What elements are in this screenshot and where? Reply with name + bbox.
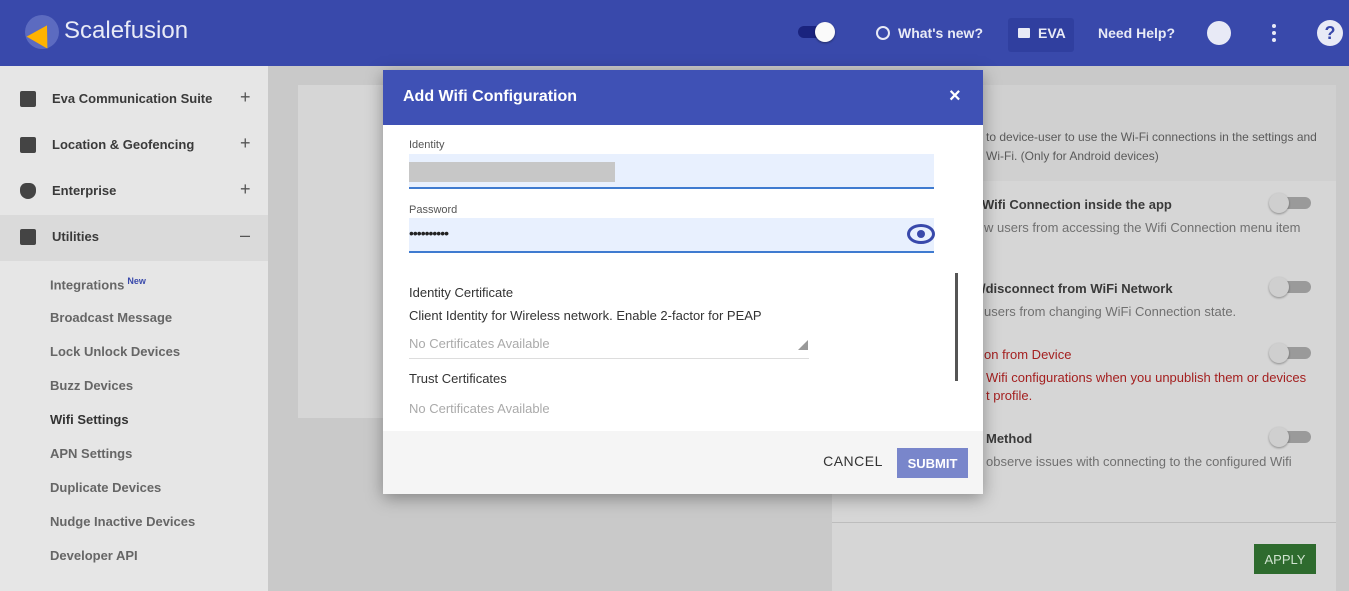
submit-button[interactable]: SUBMIT — [897, 448, 968, 478]
setting-desc-remove-line1: Wifi configurations when you unpublish t… — [986, 370, 1307, 385]
sidebar-subitem-integrations[interactable]: Integrations New — [50, 276, 146, 292]
clock-icon[interactable] — [876, 26, 890, 40]
password-input[interactable]: •••••••••• — [409, 218, 935, 253]
sidebar-subitem-buzz-devices[interactable]: Buzz Devices — [50, 378, 133, 393]
brand-name[interactable]: Scalefusion — [64, 17, 188, 45]
setting-title-remove-from-device: on from Device — [984, 347, 1072, 362]
toggle-knob[interactable] — [1269, 427, 1289, 447]
setting-desc-disconnect: users from changing WiFi Connection stat… — [984, 304, 1237, 319]
account-icon[interactable] — [1207, 21, 1231, 45]
sidebar-item-enterprise[interactable]: Enterprise + — [0, 169, 268, 215]
trust-certificates-select[interactable]: No Certificates Available — [409, 401, 550, 416]
password-label: Password — [409, 204, 458, 216]
whats-new-link[interactable]: What's new? — [898, 25, 983, 41]
sidebar-item-label: Location & Geofencing — [52, 137, 195, 152]
sidebar-subitem-broadcast-message[interactable]: Broadcast Message — [50, 310, 172, 325]
sidebar-item-utilities[interactable]: Utilities – — [0, 215, 268, 261]
sidebar-subitem-developer-api[interactable]: Developer API — [50, 548, 138, 563]
password-value: •••••••••• — [409, 225, 449, 241]
identity-input[interactable] — [409, 154, 934, 189]
select-underline — [409, 358, 809, 359]
toggle-knob[interactable] — [1269, 343, 1289, 363]
identity-certificate-title: Identity Certificate — [409, 285, 514, 300]
expand-icon[interactable]: + — [240, 179, 251, 200]
more-vert-icon[interactable] — [1272, 24, 1276, 42]
intro-text-line1: to device-user to use the Wi-Fi connecti… — [986, 130, 1317, 144]
expand-icon[interactable]: + — [240, 87, 251, 108]
sidebar-subitem-label: Integrations — [50, 277, 125, 293]
eva-label[interactable]: EVA — [1038, 25, 1066, 41]
map-pin-icon — [20, 137, 36, 153]
toggle-knob[interactable] — [1269, 193, 1289, 213]
toggle-knob[interactable] — [1269, 277, 1289, 297]
help-icon[interactable]: ? — [1317, 20, 1343, 46]
select-resize-icon — [798, 340, 808, 350]
collapse-icon[interactable]: – — [240, 225, 250, 246]
intro-text-line2: Wi-Fi. (Only for Android devices) — [986, 149, 1159, 163]
dialog-title: Add Wifi Configuration — [403, 88, 578, 105]
apply-button[interactable]: APPLY — [1254, 544, 1316, 574]
setting-title-method: Method — [986, 431, 1033, 446]
close-icon[interactable]: × — [949, 85, 961, 108]
widgets-icon — [20, 229, 36, 245]
sidebar-item-label: Eva Communication Suite — [52, 91, 213, 106]
new-badge: New — [127, 276, 146, 286]
setting-desc-remove-line2: t profile. — [986, 388, 1033, 403]
identity-label: Identity — [409, 139, 445, 151]
need-help-link[interactable]: Need Help? — [1098, 25, 1175, 41]
sidebar-subitem-nudge-inactive-devices[interactable]: Nudge Inactive Devices — [50, 514, 195, 529]
shield-icon — [20, 183, 36, 199]
header-toggle-knob[interactable] — [815, 22, 835, 42]
sidebar-subitem-lock-unlock-devices[interactable]: Lock Unlock Devices — [50, 344, 180, 359]
sidebar-subitem-wifi-settings[interactable]: Wifi Settings — [50, 412, 129, 427]
dialog-scrollbar[interactable] — [955, 273, 958, 381]
expand-icon[interactable]: + — [240, 133, 251, 154]
sidebar-subitem-apn-settings[interactable]: APN Settings — [50, 446, 132, 461]
chat-icon — [20, 91, 36, 107]
cancel-button[interactable]: CANCEL — [817, 445, 889, 477]
show-password-eye-icon[interactable] — [907, 224, 935, 244]
sidebar-subitem-duplicate-devices[interactable]: Duplicate Devices — [50, 480, 161, 495]
dialog-header: Add Wifi Configuration × — [383, 70, 983, 125]
add-wifi-configuration-dialog: Add Wifi Configuration × Identity Passwo… — [383, 70, 983, 494]
trust-certificates-title: Trust Certificates — [409, 371, 507, 386]
setting-desc-wifi-in-app: w users from accessing the Wifi Connecti… — [984, 220, 1301, 235]
dialog-footer: CANCEL SUBMIT — [383, 431, 983, 494]
setting-title-disconnect: /disconnect from WiFi Network — [982, 281, 1173, 296]
redacted-identity-value — [409, 162, 615, 182]
identity-certificate-desc: Client Identity for Wireless network. En… — [409, 308, 762, 323]
sidebar-item-eva-communication-suite[interactable]: Eva Communication Suite + — [0, 77, 268, 123]
card-divider — [832, 522, 1336, 523]
setting-title-wifi-in-app: Wifi Connection inside the app — [982, 197, 1172, 212]
sidebar-item-label: Utilities — [52, 229, 99, 244]
sidebar-item-label: Enterprise — [52, 183, 117, 198]
identity-certificate-select[interactable]: No Certificates Available — [409, 336, 550, 351]
chat-icon — [1018, 28, 1030, 38]
setting-desc-method: observe issues with connecting to the co… — [986, 454, 1292, 469]
sidebar-item-location-geofencing[interactable]: Location & Geofencing + — [0, 123, 268, 169]
